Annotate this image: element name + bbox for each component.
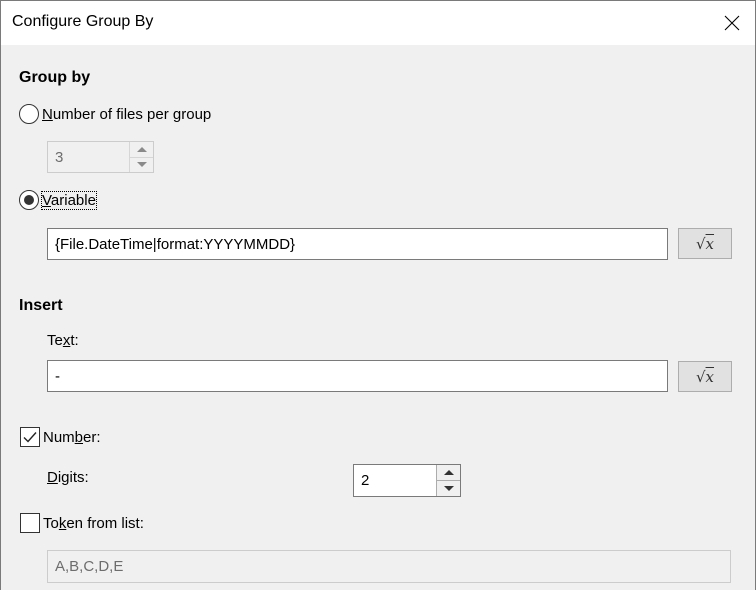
insert-heading: Insert — [19, 297, 63, 314]
number-checkbox-label: Number: — [43, 429, 101, 446]
spinner-up-button[interactable] — [129, 142, 153, 158]
digits-value[interactable]: 2 — [354, 465, 436, 496]
checkmark-icon — [23, 432, 37, 443]
insert-text-input[interactable]: - — [47, 360, 668, 392]
close-icon — [724, 15, 740, 31]
spinner-up-button[interactable] — [436, 465, 460, 481]
radio-variable-label: Variable — [41, 190, 97, 210]
radio-button-variable[interactable] — [19, 190, 39, 210]
arrow-down-icon — [136, 162, 147, 168]
spinner-down-button[interactable] — [436, 481, 460, 496]
label-text: en from list: — [66, 514, 144, 532]
label-text: t: — [70, 332, 79, 349]
radio-button-number-of-files[interactable] — [19, 104, 39, 124]
close-button[interactable] — [709, 1, 755, 45]
label-text: ariable — [50, 191, 96, 209]
text-label: Text: — [47, 332, 79, 349]
files-per-group-spinner[interactable]: 3 — [47, 141, 154, 173]
radio-selected-dot — [24, 195, 34, 205]
label-text: Te — [47, 332, 63, 349]
files-per-group-value[interactable]: 3 — [48, 142, 129, 172]
number-checkbox-row[interactable]: Number: — [20, 427, 101, 447]
square-root-x-icon: √x — [695, 367, 715, 386]
configure-group-by-dialog: Configure Group By Group by Number of fi… — [0, 0, 756, 590]
token-checkbox-row[interactable]: Token from list: — [20, 513, 144, 533]
digits-label: Digits: — [47, 469, 89, 486]
square-root-x-icon: √x — [695, 234, 715, 253]
variable-input[interactable]: {File.DateTime|format:YYYYMMDD} — [47, 228, 668, 260]
label-text: igits: — [57, 469, 89, 486]
token-list-input[interactable]: A,B,C,D,E — [47, 550, 731, 583]
label-text: To — [43, 514, 59, 532]
variable-insert-button[interactable]: √x — [678, 228, 732, 259]
radio-number-of-files-label: Number of files per group — [42, 106, 211, 123]
token-checkbox-label: Token from list: — [43, 515, 144, 532]
arrow-up-icon — [136, 146, 147, 152]
label-text: umber of files per group — [52, 105, 212, 123]
label-text: Num — [43, 428, 75, 446]
text-insert-button[interactable]: √x — [678, 361, 732, 392]
spinner-down-button[interactable] — [129, 157, 153, 172]
dialog-title: Configure Group By — [12, 13, 154, 30]
arrow-down-icon — [443, 486, 454, 491]
radio-variable[interactable]: Variable — [19, 190, 97, 210]
mnemonic: b — [74, 428, 84, 446]
arrow-up-icon — [443, 470, 454, 475]
mnemonic: N — [42, 105, 53, 123]
mnemonic: D — [47, 469, 58, 486]
digits-spinner[interactable]: 2 — [353, 464, 461, 497]
number-checkbox[interactable] — [20, 427, 40, 447]
group-by-heading: Group by — [19, 69, 91, 86]
radio-number-of-files[interactable]: Number of files per group — [19, 104, 211, 124]
mnemonic: V — [42, 191, 51, 209]
token-from-list-checkbox[interactable] — [20, 513, 40, 533]
label-text: er: — [83, 428, 101, 446]
title-bar: Configure Group By — [1, 1, 755, 45]
